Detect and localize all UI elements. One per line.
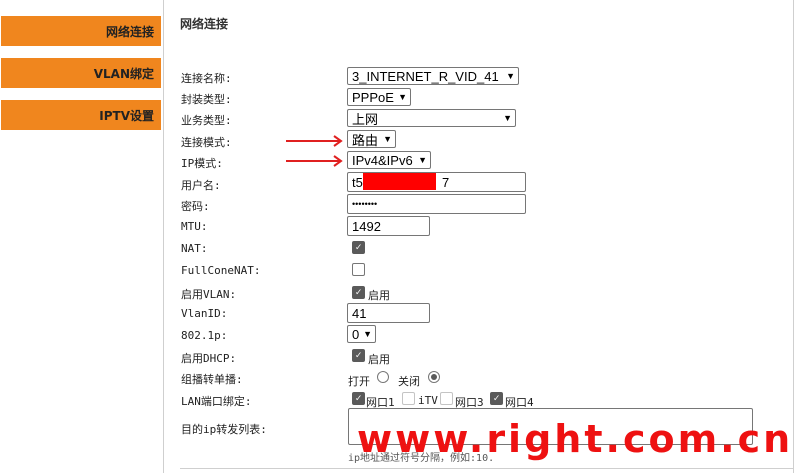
chevron-down-icon: ▼ <box>398 92 407 102</box>
annotation-arrows <box>286 135 343 167</box>
service-label: 业务类型: <box>181 114 232 127</box>
conn-mode-value: 路由 <box>352 132 379 148</box>
password-label: 密码: <box>181 200 210 213</box>
conn-name-select[interactable]: 3_INTERNET_R_VID_41 ▼ <box>347 67 519 85</box>
conn-mode-label: 连接模式: <box>181 136 232 149</box>
conn-mode-select[interactable]: 路由 ▼ <box>347 130 396 148</box>
ip-mode-select[interactable]: IPv4&IPv6 ▼ <box>347 151 431 169</box>
enable-dhcp-label: 启用DHCP: <box>181 352 237 365</box>
dot1p-label: 802.1p: <box>181 329 228 342</box>
mtu-input[interactable]: 1492 <box>347 216 430 236</box>
lan-port-1-checkbox[interactable]: ✓ <box>352 392 365 405</box>
password-input[interactable]: •••••••• <box>347 194 526 214</box>
ip-mode-value: IPv4&IPv6 <box>352 152 413 168</box>
password-value: •••••••• <box>352 199 378 209</box>
multicast-off-radio[interactable] <box>428 371 440 383</box>
lan-bind-label: LAN端口绑定: <box>181 395 252 408</box>
encap-select[interactable]: PPPoE ▼ <box>347 88 411 106</box>
nat-checkbox[interactable]: ✓ <box>352 241 365 254</box>
service-value: 上网 <box>352 111 379 127</box>
mtu-label: MTU: <box>181 220 208 233</box>
conn-name-label: 连接名称: <box>181 72 232 85</box>
sidebar-item-vlan-binding[interactable]: VLAN绑定 <box>1 58 161 88</box>
fullcone-checkbox[interactable] <box>352 263 365 276</box>
sidebar-item-network-connection[interactable]: 网络连接 <box>1 16 161 46</box>
enable-vlan-caption: 启用 <box>368 289 390 302</box>
fullcone-label: FullConeNAT: <box>181 264 261 277</box>
chevron-down-icon: ▼ <box>503 113 512 123</box>
dot1p-value: 0 <box>352 326 360 342</box>
enable-vlan-label: 启用VLAN: <box>181 288 237 301</box>
nat-label: NAT: <box>181 242 208 255</box>
enable-dhcp-checkbox[interactable]: ✓ <box>352 349 365 362</box>
username-suffix: 7 <box>442 174 450 190</box>
chevron-down-icon: ▼ <box>363 329 372 339</box>
encap-label: 封装类型: <box>181 93 232 106</box>
enable-vlan-checkbox[interactable]: ✓ <box>352 286 365 299</box>
vlanid-label: VlanID: <box>181 307 228 320</box>
encap-value: PPPoE <box>352 89 394 105</box>
chevron-down-icon: ▼ <box>506 71 515 81</box>
ip-mode-label: IP模式: <box>181 157 223 170</box>
ip-forward-label: 目的ip转发列表: <box>181 423 267 436</box>
service-select[interactable]: 上网 ▼ <box>347 109 516 127</box>
redaction-block <box>363 173 436 190</box>
right-border <box>793 0 794 473</box>
lan-port-itv-caption: iTV <box>418 394 438 407</box>
username-prefix: t5 <box>352 174 363 190</box>
sidebar-divider <box>163 0 164 473</box>
vlanid-input[interactable]: 41 <box>347 303 430 323</box>
sidebar-item-label: 网络连接 <box>105 24 154 39</box>
vlanid-value: 41 <box>352 305 367 321</box>
lan-port-4-checkbox[interactable]: ✓ <box>490 392 503 405</box>
enable-dhcp-caption: 启用 <box>368 353 390 366</box>
mtu-value: 1492 <box>352 218 381 234</box>
dot1p-select[interactable]: 0 ▼ <box>347 325 376 343</box>
sidebar: 网络连接 VLAN绑定 IPTV设置 <box>0 0 163 473</box>
lan-port-itv-checkbox[interactable] <box>402 392 415 405</box>
bottom-border <box>180 468 793 469</box>
page-title: 网络连接 <box>180 17 229 31</box>
multicast-off-caption: 关闭 <box>398 375 420 388</box>
chevron-down-icon: ▼ <box>418 155 427 165</box>
multicast-on-radio[interactable] <box>377 371 389 383</box>
sidebar-item-label: IPTV设置 <box>99 108 154 123</box>
chevron-down-icon: ▼ <box>383 134 392 144</box>
multicast-label: 组播转单播: <box>181 373 243 386</box>
lan-port-3-checkbox[interactable] <box>440 392 453 405</box>
watermark: www.right.com.cn <box>357 417 794 461</box>
conn-name-value: 3_INTERNET_R_VID_41 <box>352 68 499 84</box>
username-label: 用户名: <box>181 179 221 192</box>
sidebar-item-label: VLAN绑定 <box>93 66 154 81</box>
multicast-on-caption: 打开 <box>348 375 370 388</box>
sidebar-item-iptv-settings[interactable]: IPTV设置 <box>1 100 161 130</box>
